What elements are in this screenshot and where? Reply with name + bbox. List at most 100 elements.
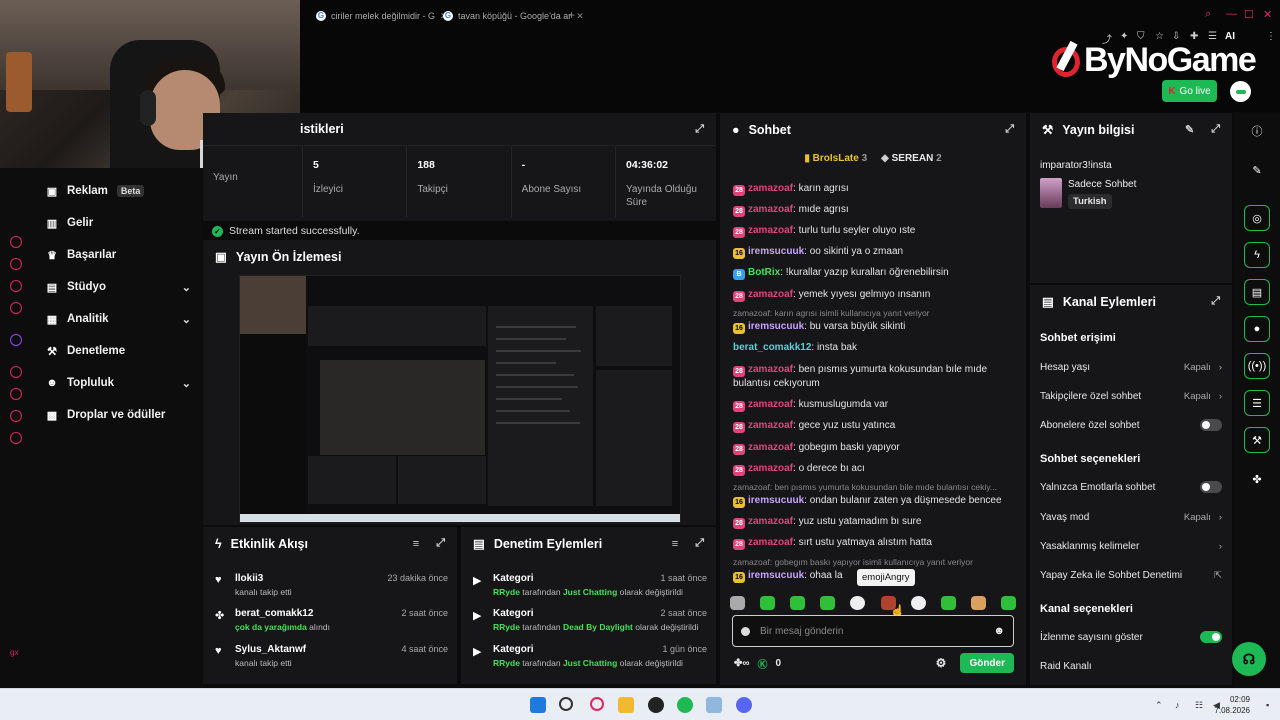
setting-show-viewcount[interactable]: İzlenme sayısını göster (1040, 628, 1222, 646)
chat-username[interactable]: zamazoaf (748, 537, 793, 548)
mic-icon[interactable]: ♪ (1175, 700, 1180, 710)
toggle-switch[interactable] (1200, 419, 1222, 431)
setting-banned-words[interactable]: Yasaklanmış kelimeler › (1040, 537, 1222, 555)
edit-icon[interactable]: ✎ (1185, 123, 1194, 136)
maximize-icon[interactable]: ☐ (1244, 8, 1254, 21)
popout-icon[interactable]: ⤢ (1211, 295, 1220, 308)
sidebar-item-gelir[interactable]: ▥ Gelir (46, 213, 191, 233)
sidebar-item-topluluk[interactable]: ☻ Topluluk ⌄ (46, 373, 191, 393)
reward-icon[interactable]: ✤ (1244, 466, 1270, 492)
chat-message[interactable]: 28 zamazoaf: sırt ustu yatmaya alıstım ha… (733, 536, 1013, 550)
emote[interactable] (730, 596, 745, 610)
sidebar-item-basarilar[interactable]: ♛ Başarılar (46, 245, 191, 265)
chat-username[interactable]: zamazoaf (748, 289, 793, 300)
setting-emote-only[interactable]: Yalnızca Emotlarla sohbet (1040, 478, 1222, 496)
chat-message[interactable]: berat_comakk12: insta bak (733, 341, 1013, 355)
chat-username[interactable]: zamazoaf (748, 225, 793, 236)
chat-message[interactable]: 16 iremsucuuk: oo sikinti ya o zmaan (733, 245, 1013, 259)
camera-icon[interactable]: ◎ (1244, 205, 1270, 231)
emote[interactable] (850, 596, 866, 610)
info-icon[interactable]: ⓘ (1244, 118, 1270, 144)
setting-sub-chat[interactable]: Abonelere özel sohbet (1040, 416, 1222, 434)
chat-username[interactable]: iremsucuuk (748, 495, 804, 506)
close-icon[interactable]: ✕ (576, 11, 584, 22)
mod-item[interactable]: ▶ Kategori RRyde tarafından Just Chattin… (461, 570, 716, 604)
windows-start-icon[interactable] (530, 697, 546, 713)
chat-username[interactable]: zamazoaf (748, 399, 793, 410)
wifi-icon[interactable]: ☷ (1195, 700, 1203, 711)
emote[interactable] (790, 596, 806, 610)
chat-message[interactable]: B BotRix: !kurallar yazıp kuralları öğren… (733, 266, 1013, 280)
wrench-icon[interactable]: ⚒ (1244, 427, 1270, 453)
chat-message[interactable]: 28 zamazoaf: turlu turlu seyler oluyo ıst… (733, 224, 1013, 238)
chat-username[interactable]: iremsucuuk (748, 321, 804, 332)
minimize-icon[interactable]: — (1226, 8, 1237, 20)
chat-message[interactable]: 28 zamazoaf: ben pısmıs yumurta kokusunda… (733, 363, 1013, 391)
emote[interactable] (1000, 596, 1016, 610)
reward-icon[interactable]: ✤∞ (734, 658, 750, 669)
filter-icon[interactable]: ≡ (413, 538, 419, 550)
rail-icon-6[interactable] (10, 388, 22, 400)
chat-username[interactable]: BotRix (748, 267, 780, 278)
chat-icon[interactable]: ● (1244, 316, 1270, 342)
rail-icon-2[interactable] (10, 258, 22, 270)
popout-icon[interactable]: ⤢ (436, 537, 445, 550)
notification-icon[interactable]: ▪ (1266, 700, 1269, 710)
emote[interactable] (910, 596, 926, 610)
rail-icon-7[interactable] (10, 410, 22, 422)
chat-input[interactable] (760, 625, 984, 637)
broadcast-icon[interactable]: ((•)) (1244, 353, 1270, 379)
chat-message[interactable]: 16 iremsucuuk: bu varsa büyük sikinti (733, 320, 1013, 334)
gear-icon[interactable]: ⚙ (936, 656, 947, 670)
rail-icon-3[interactable] (10, 280, 22, 292)
chat-username[interactable]: zamazoaf (748, 183, 793, 194)
settings-app-icon[interactable] (706, 697, 722, 713)
search-icon[interactable] (559, 697, 573, 711)
sidebar-item-studyo[interactable]: ▤ Stüdyo ⌄ (46, 277, 191, 297)
popout-icon[interactable]: ⤢ (1211, 123, 1220, 136)
edit-icon[interactable]: ✎ (1244, 157, 1270, 183)
opera-gx-icon[interactable] (590, 697, 604, 711)
chat-username[interactable]: berat_comakk12 (733, 342, 811, 353)
mod-item[interactable]: ▶ Kategori RRyde tarafından Just Chattin… (461, 641, 716, 675)
emote[interactable] (970, 596, 986, 610)
chat-message[interactable]: 28 zamazoaf: karın agrısı (733, 182, 1013, 196)
chat-message[interactable]: 28 zamazoaf: yemek yıyesı gelmıyo ınsanın (733, 288, 1013, 302)
setting-follower-chat[interactable]: Takipçilere özel sohbet Kapalı › (1040, 387, 1222, 405)
event-item[interactable]: ♥ llokii3 kanalı takip etti 23 dakika ön… (203, 570, 457, 604)
sidebar-item-analitik[interactable]: ▦ Analitik ⌄ (46, 309, 191, 329)
close-window-icon[interactable]: ✕ (1263, 8, 1272, 21)
popout-icon[interactable]: ⤢ (695, 123, 704, 136)
chat-message[interactable]: 28 zamazoaf: yuz ustu yatamadım bı sure (733, 515, 1013, 529)
chat-message[interactable]: 28 zamazoaf: o derece bı acı (733, 462, 1013, 476)
chat-username[interactable]: zamazoaf (748, 204, 793, 215)
browser-tab-2[interactable]: G tavan köpüğü - Google'da ar ✕ (443, 9, 584, 23)
avatar[interactable] (1230, 81, 1251, 102)
tag-badge[interactable]: Turkish (1068, 194, 1112, 209)
event-item[interactable]: ✤ berat_comakk12 çok da yarağımda alındı… (203, 605, 457, 639)
tray-chevron-icon[interactable]: ⌃ (1155, 700, 1163, 711)
server-icon[interactable]: ☰ (1244, 390, 1270, 416)
chat-message[interactable]: 28 zamazoaf: gece yuz ustu yatınca (733, 419, 1013, 433)
discord-icon[interactable] (736, 697, 752, 713)
chat-username[interactable]: zamazoaf (748, 442, 793, 453)
taskbar-clock[interactable]: 02:09 7.08.2026 (1214, 694, 1250, 716)
setting-ai-moderation[interactable]: Yapay Zeka ile Sohbet Denetimi ⇱ (1040, 566, 1222, 584)
support-button[interactable]: ☊ (1232, 642, 1266, 676)
file-explorer-icon[interactable] (618, 697, 634, 713)
toggle-switch[interactable] (1200, 631, 1222, 643)
setting-account-age[interactable]: Hesap yaşı Kapalı › (1040, 358, 1222, 376)
bynogame-logo[interactable]: ByNoGame (1052, 40, 1257, 80)
stream-preview-video[interactable] (239, 275, 681, 523)
sidebar-item-reklam[interactable]: ▣ Reklam Beta (46, 181, 191, 201)
spotify-icon[interactable] (677, 697, 693, 713)
emote[interactable] (820, 596, 836, 610)
setting-raid-channel[interactable]: Raid Kanalı (1040, 657, 1222, 675)
obs-icon[interactable] (648, 697, 664, 713)
emote[interactable] (760, 596, 776, 610)
chat-username[interactable]: iremsucuuk (748, 246, 804, 257)
rail-icon-4[interactable] (10, 302, 22, 314)
mod-item[interactable]: ▶ Kategori RRyde tarafından Dead By Dayl… (461, 605, 716, 639)
chat-username[interactable]: zamazoaf (748, 463, 793, 474)
setting-slow-mode[interactable]: Yavaş mod Kapalı › (1040, 508, 1222, 526)
